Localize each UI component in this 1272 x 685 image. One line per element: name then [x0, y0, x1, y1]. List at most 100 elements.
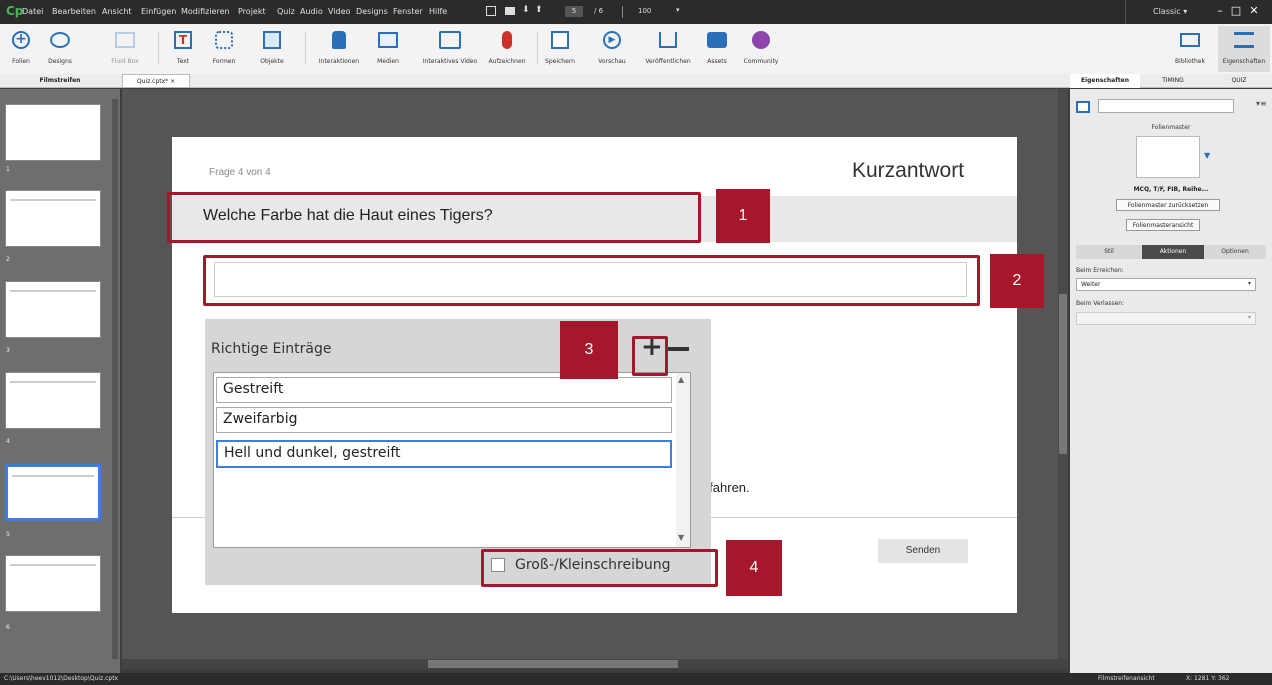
cursor-coordinates: X: 1281 Y: 362 [1186, 675, 1230, 682]
slide-thumbnail-4[interactable] [5, 372, 101, 429]
tab-eigenschaften[interactable]: Eigenschaften [1070, 74, 1140, 88]
object-name-input[interactable] [1098, 99, 1234, 113]
menu-designs[interactable]: Designs [356, 7, 388, 16]
scroll-down-icon[interactable]: ▼ [678, 533, 684, 542]
menu-einfuegen[interactable]: Einfügen [141, 7, 176, 16]
slide-number-6: 6 [6, 624, 10, 631]
assets-icon [705, 29, 729, 51]
arrow-up-icon[interactable]: ⬆ [535, 5, 543, 15]
vorschau-button[interactable]: ▶ Vorschau [594, 26, 630, 72]
hand-pointer-icon [327, 29, 351, 51]
stage-horizontal-scrollbar[interactable] [122, 659, 1068, 669]
slide-thumbnail-6[interactable] [5, 555, 101, 612]
interaktives-video-label: Interaktives Video [422, 58, 478, 65]
divider [622, 6, 623, 18]
text-button[interactable]: T Text [166, 26, 200, 72]
tab-timing[interactable]: TIMING [1140, 74, 1206, 88]
aufzeichnen-button[interactable]: Aufzeichnen [484, 26, 530, 72]
community-icon [749, 29, 773, 51]
menu-modifizieren[interactable]: Modifizieren [181, 7, 230, 16]
reset-master-button[interactable]: Folienmaster zurücksetzen [1116, 199, 1220, 211]
entry-item[interactable]: Zweifarbig [216, 407, 672, 433]
layout-icon[interactable] [486, 6, 496, 16]
veroeffentlichen-button[interactable]: Veröffentlichen [640, 26, 696, 72]
menu-audio[interactable]: Audio [300, 7, 323, 16]
entries-scrollbar[interactable] [676, 373, 690, 547]
subtab-aktionen[interactable]: Aktionen [1142, 245, 1204, 259]
community-button[interactable]: Community [738, 26, 784, 72]
object-type-icon [1076, 101, 1090, 113]
interaktionen-button[interactable]: Interaktionen [314, 26, 364, 72]
scroll-thumb[interactable] [1059, 294, 1067, 454]
view-mode: Filmstreifenansicht [1098, 675, 1155, 682]
slide-thumbnail-3[interactable] [5, 281, 101, 338]
slide-thumbnail-5-selected[interactable] [5, 464, 101, 521]
scroll-up-icon[interactable]: ▲ [678, 375, 684, 384]
menu-quiz[interactable]: Quiz [277, 7, 295, 16]
stage-vertical-scrollbar[interactable] [1058, 89, 1068, 659]
master-label: Folienmaster [1151, 124, 1191, 131]
on-exit-select[interactable] [1076, 312, 1256, 325]
properties-panel: ▾≡ Folienmaster ▼ MCQ, T/F, FIB, Reihe..… [1070, 89, 1272, 673]
fluid-box-button[interactable]: Fluid Box [105, 26, 145, 72]
close-tab-icon[interactable]: × [170, 78, 175, 85]
question-counter: Frage 4 von 4 [209, 167, 271, 178]
menu-video[interactable]: Video [328, 7, 350, 16]
on-exit-label: Beim Verlassen: [1076, 300, 1125, 307]
zoom-value[interactable]: 100 [638, 7, 651, 15]
mail-icon[interactable] [505, 7, 515, 15]
entry-item[interactable]: Gestreift [216, 377, 672, 403]
vorschau-label: Vorschau [598, 58, 626, 65]
menu-bearbeiten[interactable]: Bearbeiten [52, 7, 96, 16]
tab-document[interactable]: Quiz.cptx* × [122, 74, 190, 88]
bibliothek-button[interactable]: Bibliothek [1168, 26, 1212, 72]
entry-item-editing[interactable]: Hell und dunkel, gestreift [216, 440, 672, 468]
scroll-thumb[interactable] [428, 660, 678, 668]
arrow-down-icon[interactable]: ⬇ [522, 5, 530, 15]
eigenschaften-button[interactable]: Eigenschaften [1218, 26, 1270, 72]
file-path: C:\Users\heev1012\Desktop\Quiz.cptx [4, 675, 119, 682]
formen-button[interactable]: Formen [206, 26, 242, 72]
on-enter-select[interactable]: Weiter [1076, 278, 1256, 291]
objekte-button[interactable]: Objekte [254, 26, 290, 72]
menu-fenster[interactable]: Fenster [393, 7, 423, 16]
interaktives-video-button[interactable]: Interaktives Video [418, 26, 482, 72]
highlight-case-checkbox [481, 549, 718, 587]
menu-datei[interactable]: Datei [22, 7, 43, 16]
speichern-button[interactable]: Speichern [540, 26, 580, 72]
eigenschaften-label: Eigenschaften [1222, 58, 1266, 65]
workspace-selector[interactable]: Classic ▾ [1153, 7, 1187, 16]
panel-menu-icon[interactable]: ▾≡ [1256, 99, 1267, 108]
slide-thumbnail-2[interactable] [5, 190, 101, 247]
palette-icon [48, 29, 72, 51]
folien-label: Folien [12, 58, 30, 65]
highlight-question [167, 192, 701, 243]
master-dropdown-icon[interactable]: ▼ [1204, 151, 1210, 160]
main-toolbar: + Folien Designs Fluid Box T Text Formen O… [0, 24, 1272, 74]
zoom-dropdown-icon[interactable]: ▾ [676, 6, 680, 14]
assets-button[interactable]: Assets [702, 26, 732, 72]
subtab-stil[interactable]: Stil [1076, 245, 1142, 259]
submit-button[interactable]: Senden [878, 539, 968, 563]
medien-button[interactable]: Medien [370, 26, 406, 72]
master-view-button[interactable]: Folienmasteransicht [1126, 219, 1200, 231]
slide-number-input[interactable]: 5 [565, 6, 583, 17]
master-thumbnail[interactable] [1136, 136, 1200, 178]
designs-button[interactable]: Designs [40, 26, 80, 72]
folien-button[interactable]: + Folien [4, 26, 38, 72]
callout-2: 2 [990, 254, 1044, 308]
remove-entry-icon[interactable] [667, 347, 689, 351]
subtab-optionen[interactable]: Optionen [1204, 245, 1266, 259]
tab-filmstreifen[interactable]: Filmstreifen [0, 74, 120, 88]
filmstrip-scrollbar[interactable] [112, 99, 118, 659]
tab-quiz[interactable]: QUIZ [1206, 74, 1272, 88]
document-tab-label: Quiz.cptx* [136, 78, 169, 85]
master-name: MCQ, T/F, FIB, Reihe... [1133, 186, 1209, 193]
menu-projekt[interactable]: Projekt [238, 7, 266, 16]
slide-thumbnail-1[interactable] [5, 104, 101, 161]
menu-ansicht[interactable]: Ansicht [102, 7, 132, 16]
divider [1125, 0, 1126, 24]
menu-hilfe[interactable]: Hilfe [429, 7, 447, 16]
close-icon[interactable]: ✕ [1242, 2, 1266, 20]
library-icon [1178, 29, 1202, 51]
